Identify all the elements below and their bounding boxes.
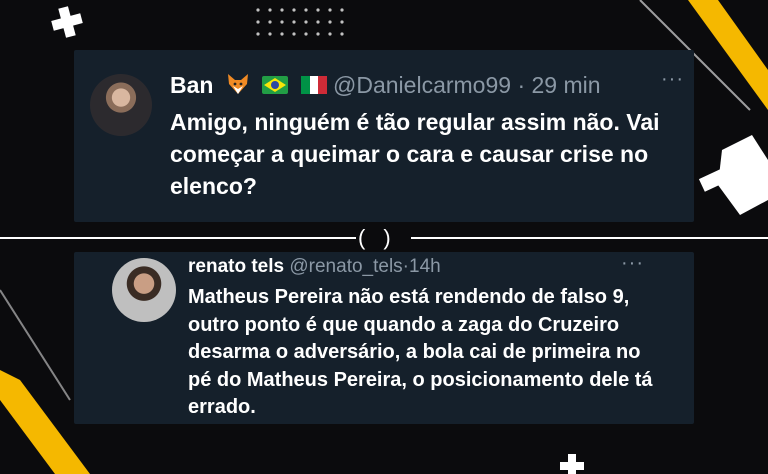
display-name[interactable]: Ban xyxy=(170,72,213,98)
tweet-text: Amigo, ninguém é tão regular assim não. … xyxy=(170,109,660,199)
tweet-card[interactable]: Ban @Danielcarmo99 · 29 min ··· Amigo, n… xyxy=(74,50,694,222)
more-options-icon[interactable]: ··· xyxy=(661,68,684,91)
user-handle[interactable]: @renato_tels xyxy=(289,256,402,277)
avatar[interactable] xyxy=(112,258,176,322)
tweet-text: Matheus Pereira não está rendendo de fal… xyxy=(188,286,653,418)
brazil-flag-icon xyxy=(262,73,289,100)
tweet-header: renato tels @renato_tels·14h xyxy=(188,256,441,278)
timestamp[interactable]: 14h xyxy=(409,256,441,277)
plus-icon xyxy=(560,454,584,474)
yellow-stripe xyxy=(688,0,768,110)
tweet-card[interactable]: renato tels @renato_tels·14h ··· Matheus… xyxy=(74,252,694,424)
plus-icon xyxy=(698,135,768,215)
tweet-header: Ban @Danielcarmo99 · 29 min xyxy=(170,72,601,101)
separator-dot: · xyxy=(517,72,526,98)
italy-flag-icon xyxy=(300,73,327,100)
fox-emoji-icon xyxy=(226,73,250,101)
more-options-icon[interactable]: ··· xyxy=(621,252,644,275)
user-handle[interactable]: @Danielcarmo99 xyxy=(333,72,511,98)
timestamp[interactable]: 29 min xyxy=(532,72,601,98)
divider-label: () xyxy=(356,225,411,251)
plus-icon xyxy=(51,6,83,38)
avatar[interactable] xyxy=(90,74,152,136)
dot-grid xyxy=(256,8,344,36)
display-name[interactable]: renato tels xyxy=(188,256,284,277)
